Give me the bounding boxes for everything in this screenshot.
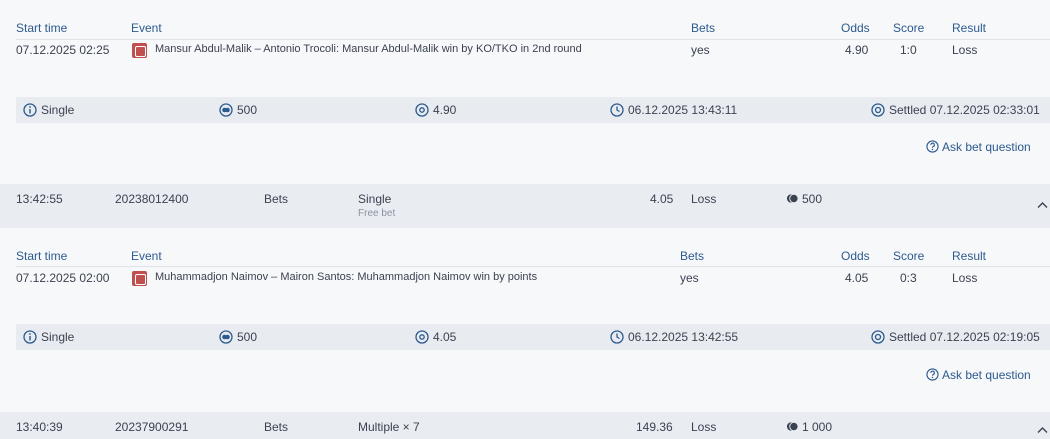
bet-summary-row-2[interactable]: 13:40:39 20237900291 Bets Multiple × 7 1… (0, 412, 1050, 439)
bet-stake: 500 (237, 103, 258, 117)
event-start-time: 07.12.2025 02:25 (16, 43, 110, 57)
bet-placed-time: 06.12.2025 13:42:55 (628, 330, 739, 344)
chevron-up-icon[interactable] (1037, 201, 1048, 209)
summary-time: 13:40:39 (16, 420, 63, 434)
bet-placed-time: 06.12.2025 13:43:11 (628, 103, 738, 117)
header-bets: Bets (680, 249, 705, 263)
bet-stake: 500 (237, 330, 258, 344)
bet-settled-time: Settled 07.12.2025 02:19:05 (889, 330, 1040, 344)
bet-settled-time: Settled 07.12.2025 02:33:01 (889, 103, 1040, 117)
header-event: Event (131, 249, 162, 263)
coins-icon (219, 330, 233, 344)
bet-type: Single (41, 103, 75, 117)
header-bets: Bets (691, 21, 716, 35)
coins-icon (219, 103, 233, 117)
header-odds: Odds (841, 21, 870, 35)
clock-icon (610, 330, 624, 344)
bet-type: Single (41, 330, 75, 344)
ask-bet-question-link[interactable]: Ask bet question (942, 368, 1031, 382)
event-start-time: 07.12.2025 02:00 (16, 271, 110, 285)
header-odds: Odds (841, 249, 870, 263)
at-icon (415, 103, 429, 117)
info-icon (23, 330, 37, 344)
summary-id: 20238012400 (115, 192, 189, 206)
header-start-time: Start time (16, 249, 68, 263)
event-odds: 4.90 (845, 43, 869, 57)
sport-icon (132, 271, 147, 286)
summary-odds: 4.05 (650, 192, 674, 206)
header-result: Result (952, 249, 987, 263)
header-divider (16, 39, 1050, 40)
event-name[interactable]: Mansur Abdul-Malik – Antonio Trocoli: Ma… (155, 43, 582, 55)
summary-type: Multiple × 7 (358, 420, 420, 434)
event-score: 0:3 (900, 271, 917, 285)
event-result: Loss (952, 43, 978, 57)
summary-category: Bets (264, 192, 289, 206)
summary-odds: 149.36 (636, 420, 673, 434)
event-score: 1:0 (900, 43, 917, 57)
question-icon[interactable] (926, 140, 939, 153)
header-divider (16, 266, 1050, 267)
summary-id: 20237900291 (115, 420, 189, 434)
event-bets: yes (680, 271, 699, 285)
summary-result: Loss (691, 192, 717, 206)
event-name[interactable]: Muhammadjon Naimov – Mairon Santos: Muha… (155, 271, 537, 283)
event-odds: 4.05 (845, 271, 869, 285)
coins-icon (786, 420, 799, 433)
summary-note: Free bet (358, 208, 396, 219)
event-result: Loss (952, 271, 978, 285)
summary-result: Loss (691, 420, 717, 434)
summary-category: Bets (264, 420, 289, 434)
ask-bet-question-link[interactable]: Ask bet question (942, 140, 1031, 154)
summary-stake: 500 (802, 192, 823, 206)
sport-icon (132, 43, 147, 58)
coins-icon (786, 192, 799, 205)
header-score: Score (893, 249, 925, 263)
clock-icon (610, 103, 624, 117)
header-event: Event (131, 21, 162, 35)
header-result: Result (952, 21, 987, 35)
settled-icon (871, 103, 885, 117)
chevron-up-icon[interactable] (1037, 426, 1048, 434)
settled-icon (871, 330, 885, 344)
bet-summary-row-1[interactable]: 13:42:55 20238012400 Bets Single Free be… (0, 184, 1050, 228)
header-start-time: Start time (16, 21, 68, 35)
summary-type: Single (358, 192, 392, 206)
bet-odds: 4.05 (433, 330, 457, 344)
bet-odds: 4.90 (433, 103, 457, 117)
summary-stake: 1 000 (802, 420, 833, 434)
bet-info-bar: Single 500 4.05 06.12.2025 13:42:55 Sett… (16, 324, 1050, 350)
info-icon (23, 103, 37, 117)
event-bets: yes (691, 43, 710, 57)
question-icon[interactable] (926, 368, 939, 381)
summary-time: 13:42:55 (16, 192, 63, 206)
at-icon (415, 330, 429, 344)
header-score: Score (893, 21, 925, 35)
bet-info-bar: Single 500 4.90 06.12.2025 13:43:11 Sett… (16, 97, 1050, 123)
